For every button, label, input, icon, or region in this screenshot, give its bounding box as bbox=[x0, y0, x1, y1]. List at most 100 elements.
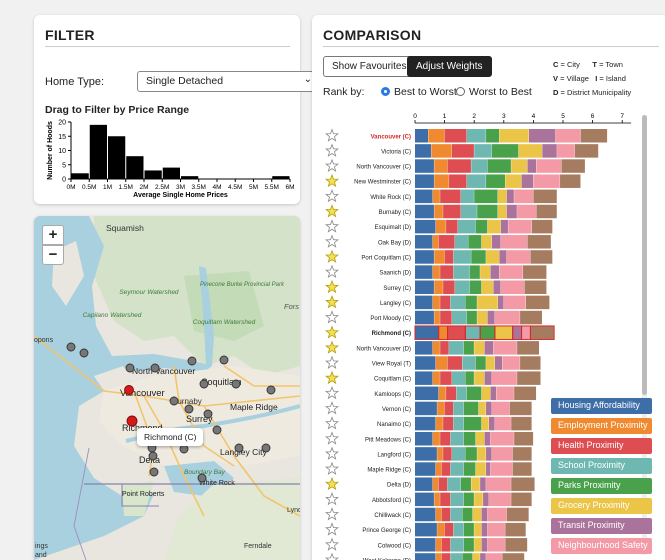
radio-best-to-worst[interactable]: Best to Worst bbox=[381, 86, 457, 98]
favourite-star-icon[interactable] bbox=[325, 385, 339, 400]
bar-segment bbox=[514, 189, 534, 204]
chart-row[interactable]: Colwood (C) bbox=[325, 537, 528, 552]
map-panel[interactable]: Squamish North Vancouver Vancouver Coquitla… bbox=[34, 216, 300, 560]
chart-row[interactable]: View Royal (T) bbox=[325, 355, 541, 370]
chart-row[interactable]: Delta (D) bbox=[325, 476, 535, 491]
chart-row[interactable]: New Westminster (C) bbox=[325, 173, 581, 188]
favourite-star-icon[interactable] bbox=[325, 507, 339, 521]
chart-row[interactable]: North Vancouver (C) bbox=[325, 158, 585, 173]
favourite-star-icon[interactable] bbox=[325, 173, 339, 188]
bar-segment bbox=[475, 462, 486, 476]
favourite-star-icon[interactable] bbox=[325, 264, 339, 279]
bar-segment bbox=[561, 159, 585, 173]
chart-row[interactable]: Burnaby (C) bbox=[325, 204, 557, 219]
favourite-star-icon[interactable] bbox=[325, 158, 339, 172]
adjust-weights-button[interactable]: Adjust Weights bbox=[407, 56, 492, 77]
bar-segment bbox=[415, 174, 434, 188]
chart-row[interactable]: Richmond (C) bbox=[325, 325, 555, 340]
favourite-star-icon[interactable] bbox=[325, 204, 339, 218]
chart-row[interactable]: Surrey (C) bbox=[325, 279, 547, 295]
chart-row[interactable]: Kamloops (C) bbox=[325, 385, 537, 401]
bar-segment bbox=[415, 159, 434, 173]
bar-segment bbox=[517, 341, 540, 355]
map-label: and bbox=[35, 552, 47, 559]
bar-segment bbox=[491, 401, 510, 416]
bar-segment bbox=[500, 280, 525, 294]
zoom-out-button[interactable]: − bbox=[42, 245, 64, 265]
map-canvas[interactable]: SquamishNorth VancouverVancouverCoquitla… bbox=[34, 216, 300, 560]
favourite-star-icon[interactable] bbox=[325, 552, 339, 560]
bar-segment bbox=[415, 341, 433, 355]
municipality-marker bbox=[266, 385, 276, 395]
chart-row[interactable]: Coquitlam (C) bbox=[325, 370, 541, 385]
favourite-star-icon[interactable] bbox=[325, 128, 339, 142]
favourite-star-icon[interactable] bbox=[325, 492, 339, 506]
chart-row[interactable]: Chilliwack (C) bbox=[325, 507, 529, 522]
chart-row[interactable]: Langford (C) bbox=[325, 446, 532, 461]
favourite-star-icon[interactable] bbox=[325, 461, 339, 475]
chart-row[interactable]: Abbotsford (C) bbox=[325, 492, 532, 507]
bar-segment bbox=[415, 280, 434, 294]
favourite-star-icon[interactable] bbox=[325, 143, 339, 157]
favourite-star-icon[interactable] bbox=[325, 249, 339, 263]
favourite-star-icon[interactable] bbox=[325, 416, 339, 430]
bar-segment bbox=[450, 492, 464, 507]
chart-row[interactable]: Oak Bay (D) bbox=[325, 234, 551, 249]
favourite-star-icon[interactable] bbox=[325, 310, 339, 324]
favourite-star-icon[interactable] bbox=[325, 279, 339, 294]
chart-row[interactable]: Langley (C) bbox=[325, 295, 550, 310]
key-text: = Village bbox=[558, 74, 589, 83]
bar-segment bbox=[471, 250, 486, 264]
favourite-star-icon[interactable] bbox=[325, 370, 339, 385]
bar-segment bbox=[466, 174, 486, 188]
favourite-star-icon[interactable] bbox=[325, 325, 339, 339]
comparison-panel: COMPARISON Show Favourites Adjust Weight… bbox=[312, 15, 665, 560]
favourite-star-icon[interactable] bbox=[325, 431, 339, 445]
bar-segment bbox=[463, 401, 479, 416]
bar-segment bbox=[452, 144, 474, 158]
chart-row[interactable]: Victoria (C) bbox=[325, 143, 599, 158]
favourite-star-icon[interactable] bbox=[325, 355, 339, 369]
chart-row[interactable]: Nanaimo (C) bbox=[325, 416, 532, 431]
row-label: Langley (C) bbox=[380, 301, 411, 307]
price-histogram[interactable]: 0 5 10 15 20 0M 0.5M 1M 1.5M 2M 2.5M 3M 3.5M 4M 4.5M 5M… bbox=[44, 115, 294, 200]
zoom-in-button[interactable]: + bbox=[42, 225, 64, 245]
chart-row[interactable]: Pitt Meadows (C) bbox=[325, 431, 534, 446]
bar-segment bbox=[443, 416, 454, 431]
row-label: Chilliwack (C) bbox=[374, 513, 411, 519]
worst-to-best-label: Worst to Best bbox=[469, 86, 532, 98]
favourite-star-icon[interactable] bbox=[325, 234, 339, 248]
chart-row[interactable]: White Rock (C) bbox=[325, 189, 557, 204]
chart-row[interactable]: Esquimalt (D) bbox=[325, 219, 553, 234]
chart-row[interactable]: Vernon (C) bbox=[325, 401, 532, 416]
chart-row[interactable]: Vancouver (C) bbox=[325, 128, 608, 143]
favourite-star-icon[interactable] bbox=[325, 340, 339, 354]
municipality-marker bbox=[149, 467, 159, 477]
chart-row[interactable]: North Vancouver (D) bbox=[325, 340, 540, 355]
chart-row[interactable]: Prince George (C) bbox=[325, 522, 526, 537]
favourite-star-icon[interactable] bbox=[325, 401, 339, 415]
chart-row[interactable]: Maple Ridge (C) bbox=[325, 461, 532, 476]
axis-tick-label: 4 bbox=[532, 113, 536, 120]
map-label: Point Roberts bbox=[122, 491, 165, 498]
chart-row[interactable]: Port Moody (C) bbox=[325, 310, 542, 325]
favourite-star-icon[interactable] bbox=[325, 446, 339, 460]
favourite-star-icon[interactable] bbox=[325, 476, 339, 491]
favourite-star-icon[interactable] bbox=[325, 537, 339, 551]
favourite-star-icon[interactable] bbox=[325, 189, 339, 203]
chart-row[interactable]: Saanich (D) bbox=[325, 264, 547, 279]
favourite-star-icon[interactable] bbox=[325, 295, 339, 309]
chart-row[interactable]: Port Coquitlam (C) bbox=[325, 249, 553, 264]
bar-segment bbox=[449, 174, 467, 188]
radio-worst-to-best[interactable]: Worst to Best bbox=[456, 86, 532, 98]
favourite-star-icon[interactable] bbox=[325, 522, 339, 536]
show-favourites-button[interactable]: Show Favourites bbox=[323, 56, 416, 77]
bar-segment bbox=[560, 174, 581, 188]
chart-row[interactable]: West Kelowna (D) bbox=[325, 552, 525, 560]
bar-segment bbox=[511, 159, 528, 173]
row-label: Nanaimo (C) bbox=[377, 422, 411, 428]
bar-segment bbox=[450, 553, 463, 560]
hist-x-tick-label: 2.5M bbox=[155, 184, 169, 191]
favourite-star-icon[interactable] bbox=[325, 219, 339, 233]
home-type-select[interactable]: Single Detached ⌄ bbox=[137, 71, 319, 92]
